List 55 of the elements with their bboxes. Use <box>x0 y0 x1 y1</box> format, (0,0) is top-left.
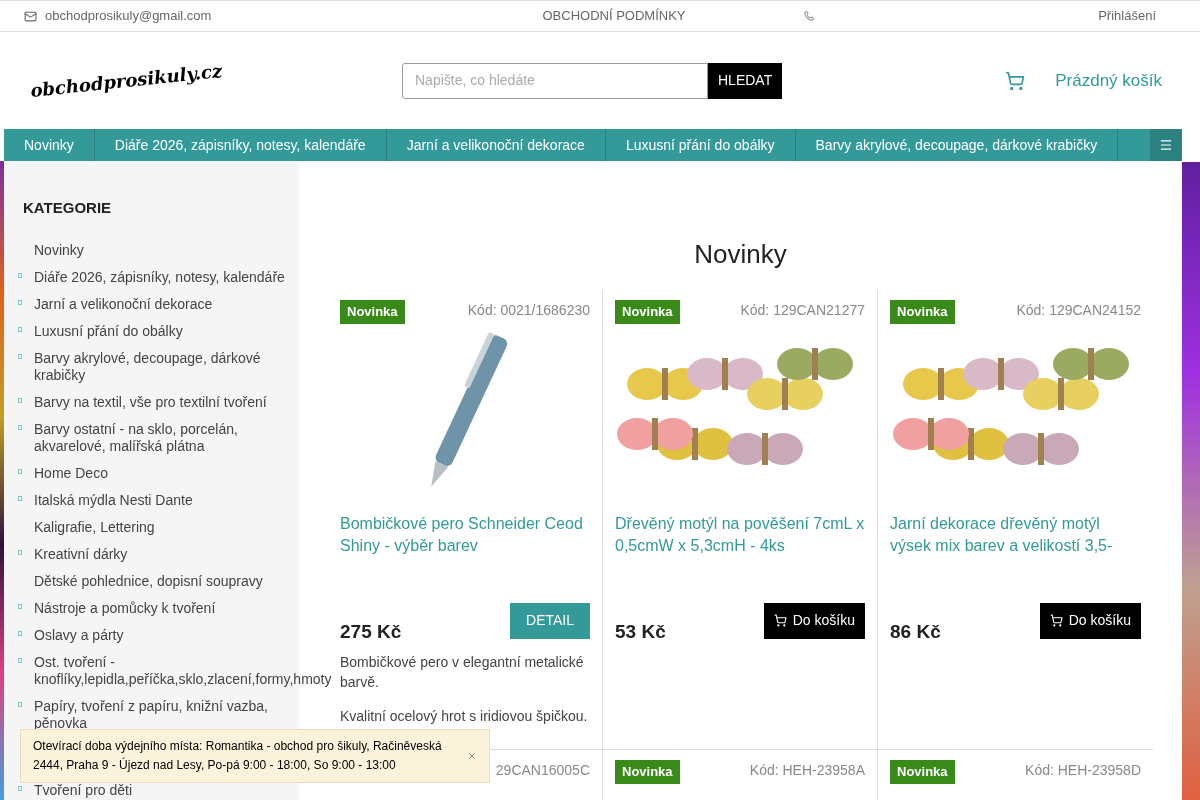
add-to-cart-button[interactable]: Do košíku <box>763 602 865 639</box>
product-code: Kód: 0021/1686230 <box>467 301 590 320</box>
phone-icon <box>804 11 814 21</box>
new-badge: Novinka <box>340 300 405 324</box>
product-description: Kvalitní ocelový hrot s iridiovou špičkou. <box>340 706 589 726</box>
category-link[interactable]: Ost. tvoření - knoflíky,lepidla,peříčka,sklo,zlacení,formy,hmoty <box>34 653 332 688</box>
product-price: 275 Kč <box>340 620 402 644</box>
category-link[interactable]: Italská mýdla Nesti Dante <box>34 491 286 509</box>
login-link[interactable]: Přihlášení <box>1098 6 1156 26</box>
category-link[interactable]: Jarní a velikonoční dekorace <box>34 295 286 313</box>
product-title[interactable]: Bombičkové pero Schneider Ceod Shiny - výběr barev <box>340 512 590 603</box>
category-link[interactable]: Tvoření pro děti <box>34 781 286 799</box>
new-badge: Novinka <box>615 300 680 324</box>
page-heading: Novinky <box>693 238 788 271</box>
notice-text: Otevírací doba výdejního místa: Romantika - obchod pro šikuly, Račiněveská 2444, Praha 9 - Újezd nad Lesy, Po-pá 9:00 - 18:00, So 9:00 - 13:00 <box>33 738 443 774</box>
product-code: Kód: 129CAN21277 <box>740 301 865 320</box>
email-link[interactable]: obchodprosikuly@gmail.com <box>45 6 212 26</box>
menu-button[interactable] <box>1150 129 1182 161</box>
sidebar-title: KATEGORIE <box>23 198 113 218</box>
category-link[interactable]: Papíry, tvoření z papíru, knižní vazba, pěnovka <box>34 697 286 732</box>
cart-icon <box>1049 614 1063 627</box>
category-link[interactable]: Nástroje a pomůcky k tvoření <box>34 599 286 617</box>
new-badge: Novinka <box>890 760 955 784</box>
cart-link[interactable]: Prázdný košík <box>1055 67 1162 94</box>
cart-icon[interactable] <box>1005 70 1026 91</box>
product-price: 53 Kč <box>615 620 666 644</box>
email-icon <box>24 9 37 23</box>
close-icon[interactable] <box>467 751 477 761</box>
product-code: Kód: HEH-23958D <box>1025 761 1141 780</box>
product-title[interactable]: Jarní dekorace dřevěný motýl výsek mix barev a velikostí 3,5- <box>890 512 1141 603</box>
category-link[interactable]: Dětské pohlednice, dopisní soupravy <box>34 572 286 590</box>
search-button[interactable]: HLEDAT <box>708 62 783 99</box>
product-price: 86 Kč <box>890 620 941 644</box>
category-link[interactable]: Barvy na textil, vše pro textilní tvoření <box>34 393 286 411</box>
site-logo[interactable]: obchodprosikuly.cz <box>29 59 224 102</box>
search-field[interactable]: Napište, co hledáte <box>402 62 708 99</box>
category-link[interactable]: Barvy akrylové, decoupage, dárkové krabičky <box>34 349 286 384</box>
menu-icon <box>1159 138 1173 152</box>
category-link[interactable]: Novinky <box>34 241 286 259</box>
product-description: Bombičkové pero v elegantní metalické barvě. <box>340 652 585 692</box>
category-link[interactable]: Kreativní dárky <box>34 545 286 563</box>
product-code: Kód: HEH-23958A <box>749 761 865 780</box>
category-link[interactable]: Diáře 2026, zápisníky, notesy, kalendáře <box>34 268 286 286</box>
cart-icon <box>773 614 787 627</box>
category-link[interactable]: Barvy ostatní - na sklo, porcelán, akvarelové, malířská plátna <box>34 420 286 455</box>
product-code: Kód: 129CAN24152 <box>1016 301 1141 320</box>
category-link[interactable]: Kaligrafie, Lettering <box>34 518 286 536</box>
product-code: 29CAN16005C <box>495 761 590 780</box>
new-badge: Novinka <box>615 760 680 784</box>
category-link[interactable]: Luxusní přání do obálky <box>34 322 286 340</box>
terms-link[interactable]: OBCHODNÍ PODMÍNKY <box>494 6 734 26</box>
category-link[interactable]: Oslavy a párty <box>34 626 286 644</box>
add-to-cart-button[interactable]: Do košíku <box>1039 602 1141 639</box>
category-link[interactable]: Home Deco <box>34 464 286 482</box>
new-badge: Novinka <box>890 300 955 324</box>
